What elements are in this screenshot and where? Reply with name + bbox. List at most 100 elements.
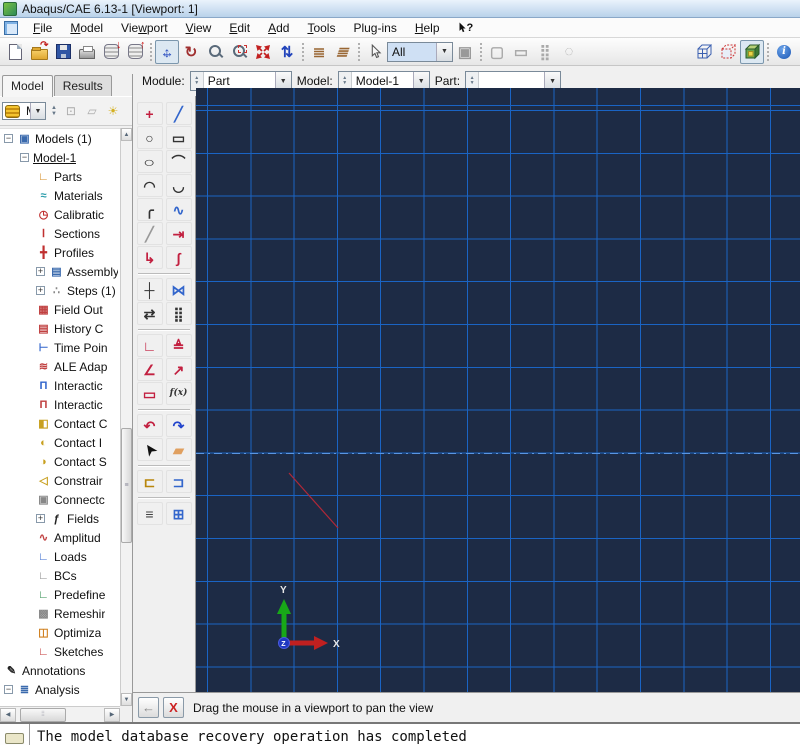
create-rectangle-button[interactable]: ▭ — [165, 126, 192, 149]
menu-edit[interactable]: Edit — [220, 19, 259, 37]
tab-results[interactable]: Results — [53, 75, 112, 96]
scroll-right-button[interactable]: ▶ — [104, 707, 120, 722]
menu-add[interactable]: Add — [259, 19, 298, 37]
save-button[interactable] — [51, 40, 75, 64]
tree-vertical-scrollbar[interactable]: ▲ ≡ ▼ — [120, 128, 132, 706]
tree-item-steps-1[interactable]: + ∴ Steps (1) — [0, 281, 120, 300]
rotate-view-button[interactable]: ↻ — [179, 40, 203, 64]
expand-icon[interactable]: + — [36, 286, 45, 295]
tree-item-models-1[interactable]: − ▣ Models (1) — [0, 129, 120, 148]
perspective-off-button[interactable]: ≣ — [307, 40, 331, 64]
dropdown-arrow-icon[interactable]: ▼ — [30, 103, 45, 119]
viewport-canvas[interactable]: Y X Z — [196, 88, 800, 692]
menu-file[interactable]: File — [24, 19, 61, 37]
model-database-combo[interactable]: M ▼ — [2, 102, 46, 120]
collapse-icon[interactable]: − — [20, 153, 29, 162]
menu-view[interactable]: View — [177, 19, 221, 37]
grid-options-button[interactable]: ⊞ — [165, 502, 192, 525]
prompt-cancel-button[interactable]: X — [163, 697, 184, 718]
create-arc-3points-button[interactable]: ◡ — [165, 174, 192, 197]
create-arc-center-ends-button[interactable]: ◠ — [136, 174, 163, 197]
menu-help[interactable]: Help — [406, 19, 449, 37]
expand-icon[interactable]: + — [36, 514, 45, 523]
tree-item-loads[interactable]: ∟ Loads — [0, 547, 120, 566]
tree-item-constrair[interactable]: ◁ Constrair — [0, 471, 120, 490]
collapse-icon[interactable]: − — [4, 134, 13, 143]
offset-curves-button[interactable]: ∫ — [165, 246, 192, 269]
undo-button[interactable]: ↶ — [136, 414, 163, 437]
context-help-icon[interactable]: ? — [457, 21, 473, 34]
auto-dimension-button[interactable]: ∟ — [136, 334, 163, 357]
menu-viewport[interactable]: Viewport — [112, 19, 177, 37]
tree-horizontal-scrollbar[interactable]: ◀ ⦙⦙ ▶ — [0, 706, 120, 722]
tree-item-fields[interactable]: + ƒ Fields — [0, 509, 120, 528]
tree-item-assembly[interactable]: + ▤ Assembly — [0, 262, 120, 281]
trim-extend-button[interactable]: ┼ — [136, 278, 163, 301]
tree-item-parts[interactable]: ∟ Parts — [0, 167, 120, 186]
query-tips-button[interactable]: ☀ — [104, 102, 122, 120]
tree-item-annotations[interactable]: ✎ Annotations — [0, 661, 120, 680]
render-hidden-button[interactable] — [716, 40, 740, 64]
tree-item-sections[interactable]: Ⅰ Sections — [0, 224, 120, 243]
tree-item-materials[interactable]: ≈ Materials — [0, 186, 120, 205]
tree-item-ale-adap[interactable]: ≋ ALE Adap — [0, 357, 120, 376]
tree-item-predefine[interactable]: ∟ Predefine — [0, 585, 120, 604]
perspective-on-button[interactable]: ≣ — [331, 40, 355, 64]
create-lines-button[interactable]: ╱ — [165, 102, 192, 125]
tree-item-remeshir[interactable]: ▩ Remeshir — [0, 604, 120, 623]
tree-item-connectc[interactable]: ▣ Connectc — [0, 490, 120, 509]
tree-item-profiles[interactable]: ╋ Profiles — [0, 243, 120, 262]
expand-icon[interactable]: + — [36, 267, 45, 276]
parameter-manager-button[interactable]: f(x) — [165, 382, 192, 405]
redo-button[interactable]: ↷ — [165, 414, 192, 437]
highlight-selection-button[interactable]: ▣ — [453, 40, 477, 64]
tree-item-contact-c[interactable]: ◧ Contact C — [0, 414, 120, 433]
tree-item-calibratic[interactable]: ◷ Calibratic — [0, 205, 120, 224]
project-edges-button[interactable]: ↳ — [136, 246, 163, 269]
open-file-button[interactable] — [27, 40, 51, 64]
sketch-red-line[interactable] — [288, 472, 339, 529]
create-point-button[interactable]: + — [136, 102, 163, 125]
translate-copy-button[interactable]: ⇄ — [136, 302, 163, 325]
tree-item-sketches[interactable]: ∟ Sketches — [0, 642, 120, 661]
export-model-button[interactable] — [123, 39, 147, 64]
info-button[interactable]: i — [772, 40, 796, 64]
construction-offset-button[interactable]: ⇥ — [165, 222, 192, 245]
magnify-view-button[interactable] — [203, 40, 227, 64]
menu-model[interactable]: Model — [61, 19, 112, 37]
cycle-views-button[interactable]: ⇅ — [275, 40, 299, 64]
scroll-up-button[interactable]: ▲ — [121, 128, 132, 141]
create-fillet-button[interactable]: ╭ — [136, 198, 163, 221]
selection-scope-combo[interactable]: All ▼ — [387, 41, 453, 62]
collapse-icon[interactable]: − — [4, 685, 13, 694]
viewport-manager-icon[interactable] — [4, 20, 18, 35]
auto-fit-view-button[interactable] — [251, 40, 275, 64]
tree-item-analysis[interactable]: − ≣ Analysis — [0, 680, 120, 699]
dropdown-arrow-icon[interactable]: ▼ — [436, 42, 452, 61]
select-cursor-button[interactable]: ➤ — [136, 438, 163, 461]
edit-dimension-button[interactable]: ▭ — [136, 382, 163, 405]
tree-item-interactic[interactable]: Π Interactic — [0, 376, 120, 395]
tree-item-time-poin[interactable]: ⊢ Time Poin — [0, 338, 120, 357]
tree-item-contact-i[interactable]: ◐ Contact I — [0, 433, 120, 452]
scroll-left-button[interactable]: ◀ — [0, 707, 16, 722]
import-model-button[interactable] — [99, 39, 123, 64]
render-shaded-button[interactable] — [740, 39, 764, 64]
tree-item-optimiza[interactable]: ◫ Optimiza — [0, 623, 120, 642]
tree-item-interactic[interactable]: Π Interactic — [0, 395, 120, 414]
tree-item-field-out[interactable]: ▦ Field Out — [0, 300, 120, 319]
vertical-scroll-thumb[interactable]: ≡ — [121, 428, 132, 543]
print-button[interactable] — [75, 40, 99, 64]
delete-eraser-button[interactable]: ▰ — [165, 438, 192, 461]
sketch-open-button[interactable]: ⊏ — [136, 470, 163, 493]
tab-model[interactable]: Model — [2, 75, 53, 97]
horizontal-scroll-thumb[interactable]: ⦙⦙ — [20, 707, 66, 722]
tree-item-bcs[interactable]: ∟ BCs — [0, 566, 120, 585]
render-wireframe-button[interactable] — [692, 40, 716, 64]
construction-line-button[interactable]: ╱ — [136, 222, 163, 245]
scroll-down-button[interactable]: ▼ — [121, 693, 132, 706]
menu-plugins[interactable]: Plug-ins — [344, 19, 405, 37]
create-spline-button[interactable]: ∿ — [165, 198, 192, 221]
menu-tools[interactable]: Tools — [298, 19, 344, 37]
create-ellipse-button[interactable]: ○ — [136, 150, 163, 173]
